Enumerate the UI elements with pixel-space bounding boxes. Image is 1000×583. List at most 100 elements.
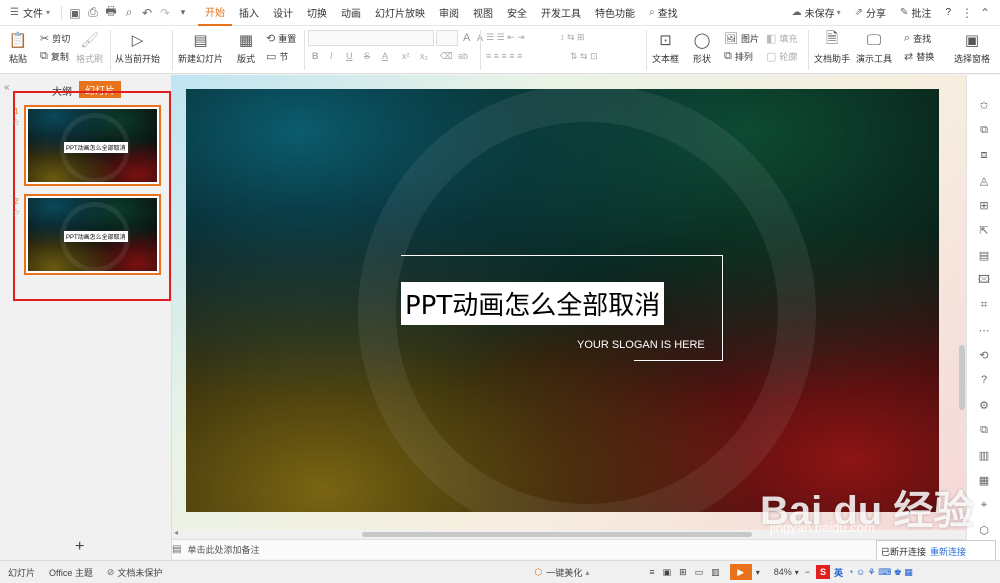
undo-icon[interactable]: ↶ [138,4,156,22]
outline-button[interactable]: ▢ 轮廓 [766,50,797,63]
ime-language[interactable]: 英 [834,566,843,579]
tab-animation[interactable]: 动画 [334,0,368,26]
subscript-icon[interactable]: x₂ [420,51,428,61]
superscript-icon[interactable]: x² [402,51,410,61]
zoom-chevron-icon[interactable]: ▾ [795,568,799,577]
tab-security[interactable]: 安全 [500,0,534,26]
theme-label[interactable]: Office 主题 [49,566,93,579]
search-button[interactable]: ⌕ 查找 [642,0,685,26]
copy-layout-icon[interactable]: ⧉ [976,422,992,438]
output-icon[interactable]: ⎙ [84,4,102,22]
notes-pane[interactable]: ▤ 单击此处添加备注 [172,539,966,559]
replace-button[interactable]: ⇄ 替换 [904,50,934,63]
star-icon[interactable]: ✩ [976,97,992,113]
align-icons[interactable]: ≡ ≡ ≡ ≡ ≡ [486,51,522,61]
picture-button[interactable]: 🖼 图片 [724,32,759,45]
reading-view-icon[interactable]: ▭ [695,567,704,578]
sorter-view-icon[interactable]: ⊞ [679,567,687,578]
protect-status[interactable]: ⊘ 文档未保护 [107,566,163,579]
image-icon[interactable]: ⊞ [976,197,992,213]
eraser-icon[interactable]: ⌫ [440,51,453,62]
scroll-left-icon[interactable]: ◂ [174,528,178,537]
play-button[interactable]: ▶ [729,564,752,580]
settings-icon[interactable]: ⚙ [976,397,992,413]
font-name-select[interactable] [308,30,434,46]
horizontal-scroll-thumb[interactable] [362,532,752,537]
from-current-button[interactable]: ▷ 从当前开始 [115,30,160,65]
comment-button[interactable]: ✎ 批注 [893,0,938,26]
chart-icon[interactable]: ⋯ [976,322,992,338]
fill-icon[interactable]: ◬ [976,172,992,188]
cut-button[interactable]: ✂ 剪切 [40,32,70,45]
bullet-list-icon[interactable]: ☰ ☰ ⇤ ⇥ [486,32,525,43]
zoom-out-icon[interactable]: − [805,567,810,577]
beautify-button[interactable]: ⬡ 一键美化 ▴ [534,566,589,579]
ime-logo-icon[interactable]: S [816,565,830,579]
file-menu[interactable]: ☰ 文件 ▾ [0,0,57,26]
collapse-pane-icon[interactable]: « [4,82,10,93]
slide-subtitle[interactable]: YOUR SLOGAN IS HERE [577,339,705,351]
ime-tools-icons[interactable]: ◔ ☺ ⚘ ⌨ ♚ ▦ [848,567,913,578]
underline-button[interactable]: U [346,51,353,61]
text-direction-icon[interactable]: ⇅ ⇆ ⊡ [570,51,598,62]
preview-icon[interactable]: ⌕ [120,4,138,22]
notes-toggle-icon[interactable]: ≡ [649,567,654,577]
tab-developer[interactable]: 开发工具 [534,0,588,26]
italic-button[interactable]: I [330,51,333,61]
shapes-icon[interactable]: ⧈ [976,147,992,163]
font-size-select[interactable] [436,30,458,46]
tab-transition[interactable]: 切换 [300,0,334,26]
export-icon[interactable]: ⇱ [976,222,992,238]
bar-chart-icon[interactable]: ▥ [976,447,992,463]
copy-icon[interactable]: ⧉ [976,122,992,138]
help-button[interactable]: ? [938,0,958,26]
tab-review[interactable]: 审阅 [432,0,466,26]
tab-insert[interactable]: 插入 [232,0,266,26]
text-box-button[interactable]: ⊡ 文本框 [652,30,679,65]
slide-title[interactable]: PPT动画怎么全部取消 [401,282,665,325]
tab-view[interactable]: 视图 [466,0,500,26]
tab-slideshow[interactable]: 幻灯片放映 [368,0,432,26]
slide-thumbnail-1[interactable]: PPT动画怎么全部取消 [24,105,161,186]
arrange-button[interactable]: ⧉ 排列 [724,50,753,63]
history-icon[interactable]: ⟲ [976,347,992,363]
font-grow-button[interactable]: A [463,32,470,44]
format-painter-button[interactable]: 🖌 格式刷 [76,30,103,65]
vertical-scroll-thumb[interactable] [959,345,965,410]
share-button[interactable]: ⇗ 分享 [848,0,893,26]
location-icon[interactable]: ⌖ [976,497,992,513]
grid-icon[interactable]: ▦ [976,472,992,488]
strike-button[interactable]: S [364,51,370,61]
quick-access-chevron-icon[interactable]: ▾ [174,4,192,22]
print-icon[interactable]: 🖶 [102,4,120,22]
more-icon[interactable]: ⋮ [958,4,976,22]
shape-button[interactable]: ◯ 形状 [692,30,712,65]
save-icon[interactable]: ▣ [66,4,84,22]
redo-icon[interactable]: ↷ [156,4,174,22]
picture-icon[interactable]: 🖾 [976,272,992,288]
layout-button[interactable]: ▦ 版式 [236,30,256,65]
section-button[interactable]: ▭ 节 [266,50,288,63]
tab-design[interactable]: 设计 [266,0,300,26]
bold-button[interactable]: B [312,51,319,61]
tab-home[interactable]: 开始 [197,0,232,26]
copy-button[interactable]: ⧉ 复制 [40,50,69,63]
help-icon[interactable]: ? [976,372,992,388]
fill-button[interactable]: ◧ 填充 [766,32,797,45]
zoom-level[interactable]: 84% [774,567,792,577]
crop-icon[interactable]: ⌗ [976,297,992,313]
cube-icon[interactable]: ⬡ [976,522,992,538]
tab-special[interactable]: 特色功能 [588,0,642,26]
find-button[interactable]: ⌕ 查找 [904,32,931,45]
char-spacing-icon[interactable]: ab [458,51,468,61]
reset-button[interactable]: ⟲ 重置 [266,32,296,45]
collapse-ribbon-icon[interactable]: ⌃ [976,4,994,22]
vertical-scrollbar[interactable] [958,75,966,530]
reconnect-link[interactable]: 重新连接 [930,545,966,558]
unsaved-button[interactable]: ☁ 未保存 ▾ [785,0,848,26]
line-spacing-icon[interactable]: ↕ ⇆ ⊞ [560,32,585,43]
table-icon[interactable]: ▤ [976,247,992,263]
paste-button[interactable]: 📋 粘贴 [8,30,28,65]
doc-assistant-button[interactable]: 🗎 文档助手 [814,30,850,65]
add-slide-button[interactable]: + [75,538,84,556]
